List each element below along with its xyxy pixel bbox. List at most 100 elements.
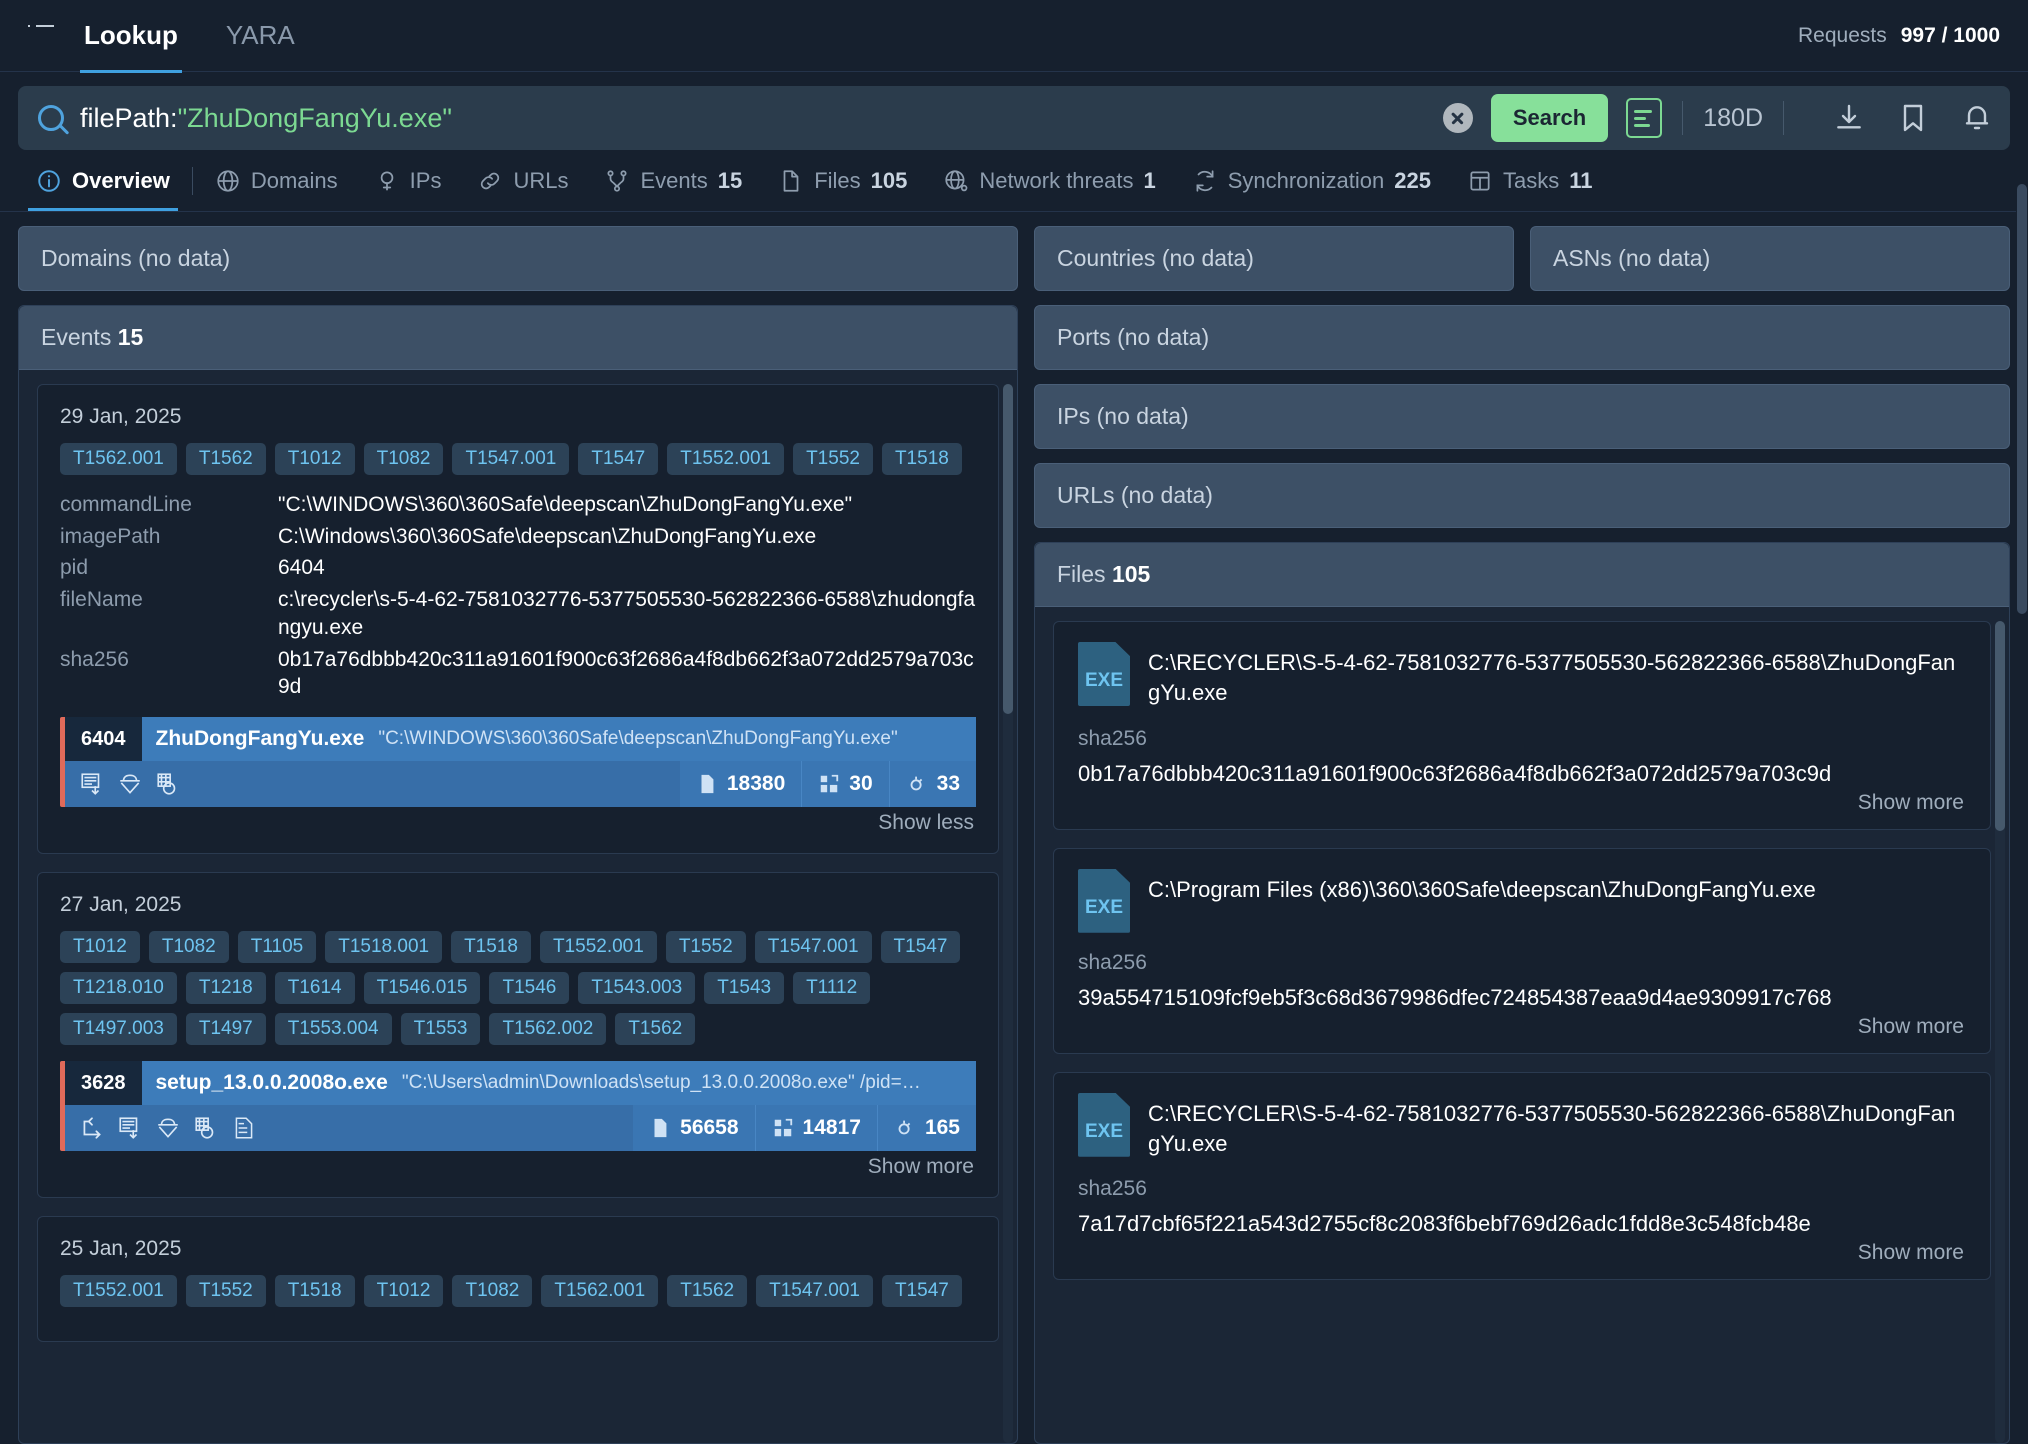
tab-files-label: Files [814,168,860,194]
file-card[interactable]: EXE C:\RECYCLER\S-5-4-62-7581032776-5377… [1053,621,1991,830]
mitre-tag[interactable]: T1547 [882,1275,962,1307]
mitre-tag[interactable]: T1547.001 [755,931,872,963]
mitre-tag[interactable]: T1518 [451,931,531,963]
list-menu-icon[interactable] [28,25,54,47]
mitre-tag[interactable]: T1012 [60,931,140,963]
files-scrollbar-track[interactable] [1995,621,2005,1443]
mitre-tag[interactable]: T1547.001 [756,1275,873,1307]
file-show-more-link[interactable]: Show more [1078,1237,1966,1265]
mitre-tag[interactable]: T1552 [793,443,873,475]
tab-urls[interactable]: URLs [459,150,586,211]
panel-ports[interactable]: Ports (no data) [1034,305,2010,370]
tab-network-threats[interactable]: Network threats 1 [925,150,1173,211]
search-input[interactable]: filePath:"ZhuDongFangYu.exe" [80,103,1443,134]
mitre-tag[interactable]: T1543.003 [578,972,695,1004]
tab-overview[interactable]: Overview [18,150,188,211]
mitre-tag[interactable]: T1547 [881,931,961,963]
mitre-tag[interactable]: T1218.010 [60,972,177,1004]
bell-icon[interactable] [1958,99,1996,137]
mitre-tag[interactable]: T1518 [275,1275,355,1307]
file-show-more-link[interactable]: Show more [1078,1011,1966,1039]
file-show-more-link[interactable]: Show more [1078,787,1966,815]
tab-events[interactable]: Events 15 [586,150,760,211]
mitre-tag[interactable]: T1546.015 [364,972,481,1004]
page-scrollbar-track[interactable] [2016,178,2028,1444]
mitre-tag[interactable]: T1614 [275,972,355,1004]
mitre-tag[interactable]: T1105 [238,931,316,963]
events-scrollbar-thumb[interactable] [1003,384,1013,714]
tab-ips[interactable]: IPs [356,150,460,211]
mitre-tag[interactable]: T1012 [275,443,355,475]
tab-files[interactable]: Files 105 [760,150,925,211]
tab-synchronization[interactable]: Synchronization 225 [1174,150,1449,211]
mitre-tag[interactable]: T1552.001 [667,443,784,475]
panel-files-title: Files [1057,561,1106,587]
mitre-tag[interactable]: T1497 [186,1013,266,1045]
mitre-tag[interactable]: T1552 [666,931,746,963]
mitre-tag[interactable]: T1562 [186,443,266,475]
panel-events-header[interactable]: Events 15 [19,306,1017,370]
search-bar[interactable]: filePath:"ZhuDongFangYu.exe" Search 180D [18,86,2010,150]
download-icon[interactable] [1830,99,1868,137]
panel-countries[interactable]: Countries (no data) [1034,226,1514,291]
file-sha-value: 7a17d7cbf65f221a543d2755cf8c2083f6bebf76… [1078,1211,1966,1237]
date-range-selector[interactable]: 180D [1703,104,1763,133]
mitre-tag[interactable]: T1553 [401,1013,481,1045]
mitre-tag[interactable]: T1497.003 [60,1013,177,1045]
mitre-tag[interactable]: T1552.001 [540,931,657,963]
mitre-tag[interactable]: T1552 [186,1275,266,1307]
close-circle-icon[interactable] [1443,103,1473,133]
panel-asns[interactable]: ASNs (no data) [1530,226,2010,291]
mitre-tag[interactable]: T1553.004 [275,1013,392,1045]
mitre-tag[interactable]: T1562.002 [489,1013,606,1045]
event-field-key: imagePath [60,523,278,551]
panel-files-header[interactable]: Files 105 [1035,543,2009,607]
tab-domains[interactable]: Domains [197,150,356,211]
mitre-tag[interactable]: T1082 [149,931,229,963]
event-toggle-link[interactable]: Show more [60,1151,976,1179]
process-bar[interactable]: 6404 ZhuDongFangYu.exe "C:\WINDOWS\360\3… [60,717,976,807]
mitre-tag[interactable]: T1518 [882,443,962,475]
event-toggle-link[interactable]: Show less [60,807,976,835]
process-stats: 56658 14817 165 [633,1105,976,1151]
events-scrollbar-track[interactable] [1003,384,1013,1443]
query-builder-icon[interactable] [1626,98,1662,138]
mitre-tag[interactable]: T1543 [704,972,784,1004]
tab-network-threats-label: Network threats [979,168,1133,194]
files-scrollbar-thumb[interactable] [1995,621,2005,831]
panel-urls[interactable]: URLs (no data) [1034,463,2010,528]
process-stat-modules: 33 [889,761,976,807]
tab-tasks[interactable]: Tasks 11 [1449,150,1611,211]
mitre-tag[interactable]: T1552.001 [60,1275,177,1307]
bookmark-icon[interactable] [1894,99,1932,137]
file-card[interactable]: EXE C:\Program Files (x86)\360\360Safe\d… [1053,848,1991,1054]
globe-icon [215,168,241,194]
process-bar[interactable]: 3628 setup_13.0.0.2008o.exe "C:\Users\ad… [60,1061,976,1151]
mitre-tag[interactable]: T1112 [793,972,870,1004]
mitre-tag[interactable]: T1518.001 [325,931,442,963]
mitre-tag[interactable]: T1547 [578,443,658,475]
mitre-tag[interactable]: T1562 [667,1275,747,1307]
mitre-tag[interactable]: T1546 [489,972,569,1004]
top-tab-lookup[interactable]: Lookup [80,20,182,73]
mitre-tag[interactable]: T1012 [364,1275,444,1307]
event-card[interactable]: 27 Jan, 2025 T1012 T1082 T1105 T1518.001… [37,872,999,1198]
page-scrollbar-thumb[interactable] [2017,184,2027,614]
mitre-tag[interactable]: T1547.001 [452,443,569,475]
search-bar-container: filePath:"ZhuDongFangYu.exe" Search 180D [0,72,2028,150]
mitre-tag[interactable]: T1218 [186,972,266,1004]
search-button[interactable]: Search [1491,94,1608,142]
file-card[interactable]: EXE C:\RECYCLER\S-5-4-62-7581032776-5377… [1053,1072,1991,1281]
mitre-tag[interactable]: T1562.001 [60,443,177,475]
event-card[interactable]: 25 Jan, 2025 T1552.001 T1552 T1518 T1012… [37,1216,999,1342]
exe-file-icon-label: EXE [1085,670,1123,692]
mitre-tag[interactable]: T1082 [452,1275,532,1307]
mitre-tag[interactable]: T1562.001 [541,1275,658,1307]
mitre-tag[interactable]: T1562 [615,1013,695,1045]
mitre-tag[interactable]: T1082 [364,443,444,475]
event-card[interactable]: 29 Jan, 2025 T1562.001 T1562 T1012 T1082… [37,384,999,854]
top-tab-yara[interactable]: YARA [222,20,299,73]
panel-ips[interactable]: IPs (no data) [1034,384,2010,449]
event-field-value: "C:\WINDOWS\360\360Safe\deepscan\ZhuDong… [278,491,976,519]
panel-domains[interactable]: Domains (no data) [18,226,1018,291]
